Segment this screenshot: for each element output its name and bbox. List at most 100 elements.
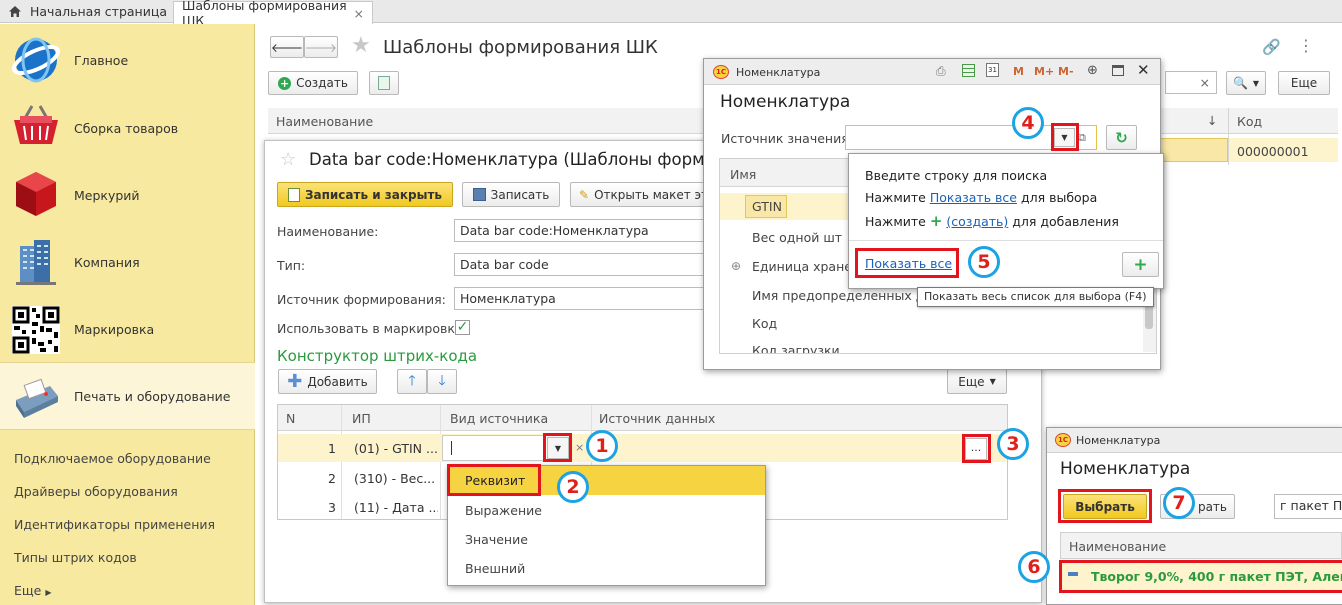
highlight-box-2 — [447, 464, 541, 496]
source-field[interactable]: Номенклатура — [454, 287, 706, 310]
sidebar-link-more[interactable]: Еще ▶ — [14, 583, 52, 598]
tab-active[interactable]: Шаблоны формирования ШК × — [173, 0, 373, 28]
sidebar-item-printing[interactable]: Печать и оборудование — [74, 389, 231, 404]
forward-button[interactable]: 🡒 — [304, 36, 338, 58]
close-icon[interactable]: ✕ — [1137, 61, 1150, 79]
list-item[interactable]: GTIN — [752, 199, 782, 214]
main-more-button[interactable]: Еще — [1278, 71, 1330, 95]
search-clear-icon[interactable]: × — [1200, 75, 1210, 90]
col-source-kind[interactable]: Вид источника — [450, 411, 548, 426]
sidebar-item-assembly[interactable]: Сборка товаров — [74, 121, 178, 136]
sidebar-link-drivers[interactable]: Драйверы оборудования — [14, 484, 178, 499]
name-field[interactable]: Data bar code:Номенклатура — [454, 219, 706, 242]
create-button-label: Создать — [296, 76, 348, 90]
save-label: Записать — [490, 187, 550, 202]
tab-close-icon[interactable]: × — [354, 6, 364, 21]
basket-icon — [14, 105, 58, 144]
nom2-heading: Номенклатура — [1060, 459, 1191, 479]
sidebar-item-marking[interactable]: Маркировка — [74, 322, 154, 337]
list-item[interactable]: Единица хране — [752, 259, 848, 274]
nom1-window-title: Номенклатура — [736, 66, 821, 79]
list-item[interactable]: Вес одной шт — [752, 230, 842, 245]
magnifier-icon: 🔍 — [1232, 76, 1248, 90]
main-row-selected-cell[interactable] — [1160, 138, 1228, 162]
list-item[interactable]: Имя предопределенных д — [752, 288, 924, 303]
open-window-icon[interactable]: ⧉ — [1078, 131, 1086, 145]
memory-plus-icon[interactable]: M+ — [1034, 65, 1054, 78]
source-label: Источник формирования: — [277, 292, 446, 307]
list-item[interactable]: Код — [752, 316, 777, 331]
form-star-icon[interactable]: ☆ — [280, 149, 296, 170]
step-marker-4: 4 — [1012, 107, 1044, 139]
save-button[interactable]: Записать — [462, 182, 560, 207]
cube-icon — [16, 172, 56, 216]
zoom-icon[interactable]: ⊕ — [1087, 63, 1098, 78]
move-up-button[interactable]: 🡑 — [397, 369, 427, 394]
plus-icon: + — [929, 212, 943, 230]
open-layout-button[interactable]: ✎ Открыть макет эт — [570, 182, 706, 207]
pencil-icon: ✎ — [579, 187, 590, 202]
create-button[interactable]: + Создать — [268, 71, 358, 95]
dropdown-item-expression[interactable]: Выражение — [465, 503, 542, 518]
link-icon[interactable]: 🔗 — [1262, 38, 1281, 56]
move-down-button[interactable]: 🡓 — [427, 369, 457, 394]
main-col-name[interactable]: Наименование — [276, 114, 373, 129]
sort-arrow-icon[interactable]: ↓ — [1207, 113, 1217, 128]
clear-icon[interactable]: × — [575, 441, 584, 454]
popup-show-all-link[interactable]: Показать все — [930, 190, 1017, 205]
plus-icon: ✚ — [287, 371, 303, 392]
popup-add-button[interactable]: + — [1122, 252, 1159, 277]
nom1-col-name[interactable]: Имя — [730, 167, 756, 182]
step-marker-6: 6 — [1018, 551, 1050, 583]
tab-home[interactable]: Начальная страница — [0, 0, 170, 23]
kebab-menu-icon[interactable]: ⋮ — [1298, 36, 1314, 55]
nom2-search-input[interactable]: г пакет П — [1274, 494, 1342, 519]
refresh-button[interactable]: ↻ — [1106, 125, 1137, 150]
calendar-icon[interactable]: 31 — [986, 63, 999, 77]
main-col-code[interactable]: Код — [1237, 114, 1262, 129]
maximize-icon[interactable] — [1112, 65, 1124, 76]
row-ip: (01) - GTIN ... — [354, 441, 438, 456]
search-input[interactable]: × — [1165, 71, 1217, 94]
sidebar-item-company[interactable]: Компания — [74, 255, 140, 270]
row-ip: (11) - Дата ... — [354, 500, 438, 515]
row-n: 1 — [328, 441, 336, 456]
favorite-star-icon[interactable]: ★ — [351, 33, 371, 58]
search-button[interactable]: 🔍 ▼ — [1226, 71, 1266, 95]
highlight-box-4 — [1051, 123, 1079, 151]
list-item[interactable]: Код загрузки — [752, 343, 840, 353]
table-icon[interactable] — [962, 64, 975, 77]
print-icon[interactable]: ⎙ — [936, 64, 946, 79]
use-marking-checkbox[interactable]: ✓ — [455, 320, 470, 335]
tab-home-label: Начальная страница — [30, 4, 167, 19]
row-n: 2 — [328, 471, 336, 486]
sidebar-item-mercury[interactable]: Меркурий — [74, 188, 140, 203]
col-data-source[interactable]: Источник данных — [599, 411, 715, 426]
popup-divider — [849, 240, 1163, 241]
form-more-button[interactable]: Еще ▼ — [947, 369, 1007, 394]
expand-icon[interactable]: ⊕ — [731, 259, 741, 273]
memory-icon[interactable]: M — [1013, 65, 1024, 78]
constructor-title: Конструктор штрих-кода — [277, 347, 478, 365]
col-n[interactable]: N — [286, 411, 295, 426]
step-marker-3: 3 — [997, 428, 1029, 460]
sidebar-link-equipment[interactable]: Подключаемое оборудование — [14, 451, 211, 466]
sidebar-link-barcode-types[interactable]: Типы штрих кодов — [14, 550, 137, 565]
dropdown-item-external[interactable]: Внешний — [465, 561, 525, 576]
col-ip[interactable]: ИП — [352, 411, 371, 426]
text-cursor — [451, 441, 452, 455]
copy-button[interactable] — [369, 71, 399, 95]
type-field[interactable]: Data bar code — [454, 253, 706, 276]
nom2-col-name[interactable]: Наименование — [1069, 539, 1166, 554]
save-close-label: Записать и закрыть — [304, 187, 443, 202]
add-button[interactable]: ✚ Добавить — [278, 369, 377, 394]
back-button[interactable]: 🡐 — [270, 36, 304, 58]
dropdown-item-value[interactable]: Значение — [465, 532, 528, 547]
col-divider — [341, 405, 342, 519]
chevron-down-icon: ▼ — [989, 377, 996, 386]
memory-minus-icon[interactable]: M- — [1058, 65, 1074, 78]
sidebar-item-main[interactable]: Главное — [74, 53, 128, 68]
popup-create-link[interactable]: (создать) — [946, 214, 1008, 229]
save-close-button[interactable]: Записать и закрыть — [277, 182, 453, 207]
sidebar-link-identifiers[interactable]: Идентификаторы применения — [14, 517, 215, 532]
